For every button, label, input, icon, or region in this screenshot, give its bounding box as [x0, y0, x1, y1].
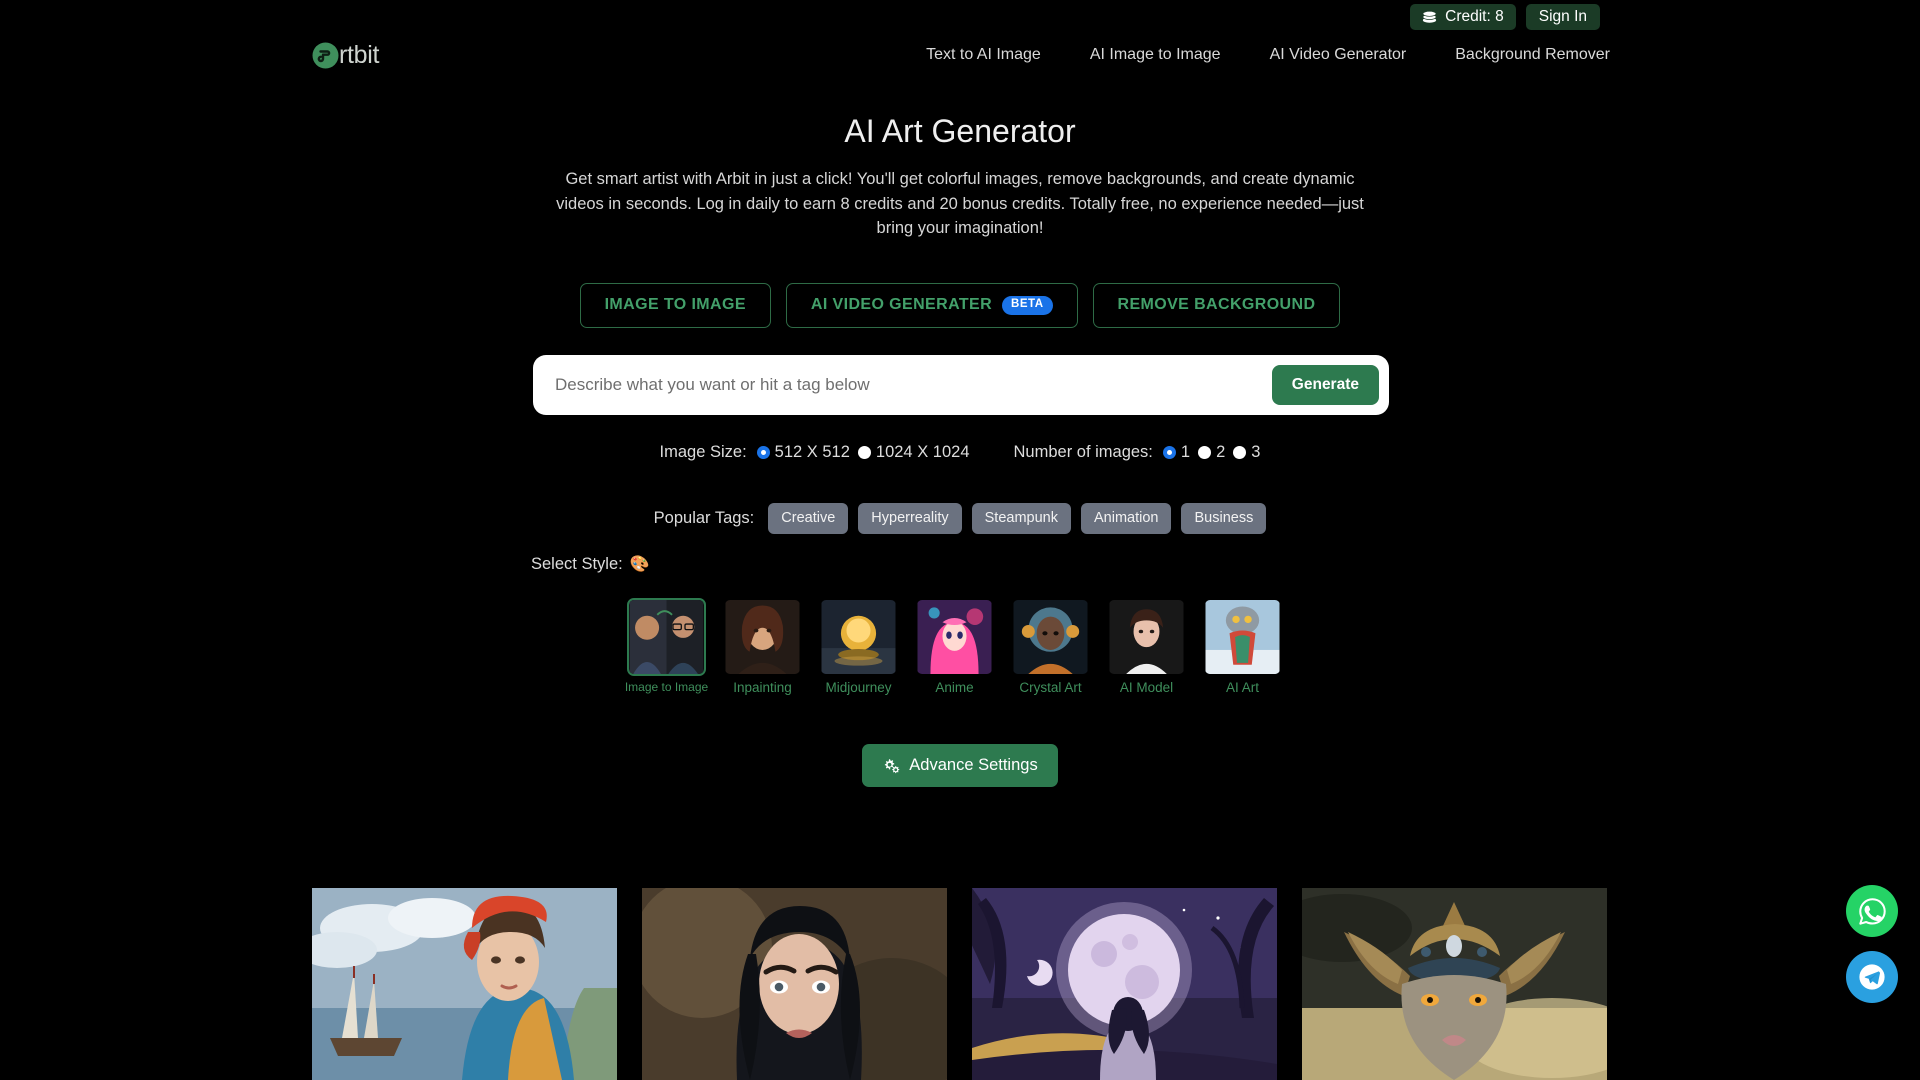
style-card-label: Inpainting	[733, 680, 792, 695]
hero-section: AI Art Generator Get smart artist with A…	[0, 112, 1920, 241]
radio-icon	[1233, 446, 1247, 459]
hero-description: Get smart artist with Arbit in just a cl…	[556, 170, 1364, 238]
top-utility-bar: Credit: 8 Sign In	[0, 0, 1920, 34]
sign-in-button[interactable]: Sign In	[1525, 3, 1600, 31]
image-size-option-512[interactable]: 512 X 512	[756, 443, 850, 462]
style-thumbnail	[1203, 598, 1282, 676]
generate-button[interactable]: Generate	[1271, 365, 1379, 405]
number-of-images-option-label: 3	[1251, 443, 1261, 461]
tag-chip-hyperreality[interactable]: Hyperreality	[858, 503, 962, 534]
style-card-crystal-art[interactable]: Crystal Art	[1011, 598, 1090, 695]
popular-tags-row: Popular Tags: Creative Hyperreality Stea…	[0, 503, 1920, 534]
image-size-option-1024[interactable]: 1024 X 1024	[857, 443, 970, 462]
artbit-logo-icon	[312, 42, 339, 69]
style-thumbnail	[819, 598, 898, 676]
style-card-label: Image to Image	[624, 680, 709, 694]
nav-item-text-to-ai-image[interactable]: Text to AI Image	[926, 46, 1041, 64]
credit-label: Credit: 8	[1445, 7, 1504, 25]
gallery-item[interactable]	[1302, 888, 1607, 1080]
mode-button-row: IMAGE TO IMAGE AI VIDEO GENERATER BETA R…	[0, 283, 1920, 328]
beta-badge: BETA	[1002, 296, 1053, 315]
whatsapp-icon	[1857, 896, 1888, 927]
telegram-button[interactable]	[1846, 951, 1898, 1003]
options-row: Image Size: 512 X 512 1024 X 1024 Number…	[0, 443, 1920, 462]
select-style-label: Select Style:	[531, 555, 623, 573]
style-card-label: Crystal Art	[1019, 680, 1082, 695]
advance-settings-button[interactable]: Advance Settings	[862, 744, 1058, 787]
whatsapp-button[interactable]	[1846, 885, 1898, 937]
site-header: rtbit Text to AI Image AI Image to Image…	[0, 34, 1920, 76]
mode-button-label: IMAGE TO IMAGE	[604, 296, 746, 314]
coins-icon	[1421, 9, 1438, 24]
image-size-group: Image Size: 512 X 512 1024 X 1024	[660, 443, 970, 462]
gallery-item[interactable]	[312, 888, 617, 1080]
radio-icon	[1162, 446, 1176, 459]
image-size-option-label: 1024 X 1024	[875, 443, 970, 461]
mode-button-remove-background[interactable]: REMOVE BACKGROUND	[1092, 283, 1341, 328]
tag-chip-steampunk[interactable]: Steampunk	[971, 503, 1071, 534]
number-of-images-option-label: 2	[1216, 443, 1226, 461]
style-card-midjourney[interactable]: Midjourney	[819, 598, 898, 695]
credit-badge[interactable]: Credit: 8	[1410, 3, 1516, 31]
logo-text: rtbit	[339, 40, 380, 69]
tag-chip-animation[interactable]: Animation	[1081, 503, 1172, 534]
style-picker-row: Image to Image Inpainting Midjourney Ani…	[624, 598, 1282, 695]
prompt-input[interactable]	[543, 365, 1272, 405]
logo[interactable]: rtbit	[312, 42, 379, 69]
style-card-label: Midjourney	[825, 680, 892, 695]
style-thumbnail	[627, 598, 706, 676]
style-card-inpainting[interactable]: Inpainting	[723, 598, 802, 695]
radio-icon	[857, 446, 871, 459]
style-thumbnail	[1107, 598, 1186, 676]
main-nav: Text to AI Image AI Image to Image AI Vi…	[926, 46, 1610, 64]
mode-button-label: REMOVE BACKGROUND	[1117, 296, 1316, 314]
prompt-bar: Generate	[533, 355, 1389, 415]
image-size-label: Image Size:	[659, 443, 747, 461]
style-card-ai-model[interactable]: AI Model	[1107, 598, 1186, 695]
page-title: AI Art Generator	[844, 113, 1076, 149]
nav-item-background-remover[interactable]: Background Remover	[1455, 46, 1610, 64]
tag-chip-business[interactable]: Business	[1181, 503, 1267, 534]
select-style-label-row: Select Style: 🎨	[531, 555, 650, 574]
tag-chip-creative[interactable]: Creative	[768, 503, 849, 534]
radio-icon	[756, 446, 770, 459]
style-card-anime[interactable]: Anime	[915, 598, 994, 695]
nav-item-ai-video-generator[interactable]: AI Video Generator	[1270, 46, 1407, 64]
gallery-item[interactable]	[972, 888, 1277, 1080]
popular-tags-label: Popular Tags:	[653, 509, 755, 527]
style-thumbnail	[723, 598, 802, 676]
style-thumbnail	[915, 598, 994, 676]
radio-icon	[1198, 446, 1212, 459]
number-of-images-label: Number of images:	[1013, 443, 1153, 461]
number-of-images-option-1[interactable]: 1	[1162, 443, 1191, 462]
image-size-option-label: 512 X 512	[774, 443, 850, 461]
number-of-images-group: Number of images: 1 2 3	[1014, 443, 1261, 462]
style-card-ai-art[interactable]: AI Art	[1203, 598, 1282, 695]
number-of-images-option-3[interactable]: 3	[1233, 443, 1260, 462]
nav-item-ai-image-to-image[interactable]: AI Image to Image	[1090, 46, 1221, 64]
number-of-images-option-label: 1	[1180, 443, 1191, 461]
advance-settings-label: Advance Settings	[909, 756, 1038, 774]
gears-icon	[882, 758, 900, 774]
style-card-image-to-image[interactable]: Image to Image	[624, 598, 709, 695]
style-thumbnail	[1011, 598, 1090, 676]
palette-icon: 🎨	[629, 555, 650, 573]
gallery-item[interactable]	[642, 888, 947, 1080]
advance-settings-row: Advance Settings	[0, 744, 1920, 787]
mode-button-label: AI VIDEO GENERATER	[810, 296, 993, 314]
style-card-label: AI Model	[1119, 680, 1174, 695]
style-card-label: Anime	[935, 680, 974, 695]
number-of-images-option-2[interactable]: 2	[1198, 443, 1225, 462]
style-card-label: AI Art	[1225, 680, 1259, 695]
telegram-icon	[1856, 961, 1888, 993]
mode-button-ai-video-generator[interactable]: AI VIDEO GENERATER BETA	[785, 283, 1078, 328]
floating-contact-buttons	[1846, 885, 1898, 1003]
gallery	[312, 888, 1607, 1080]
mode-button-image-to-image[interactable]: IMAGE TO IMAGE	[579, 283, 771, 328]
